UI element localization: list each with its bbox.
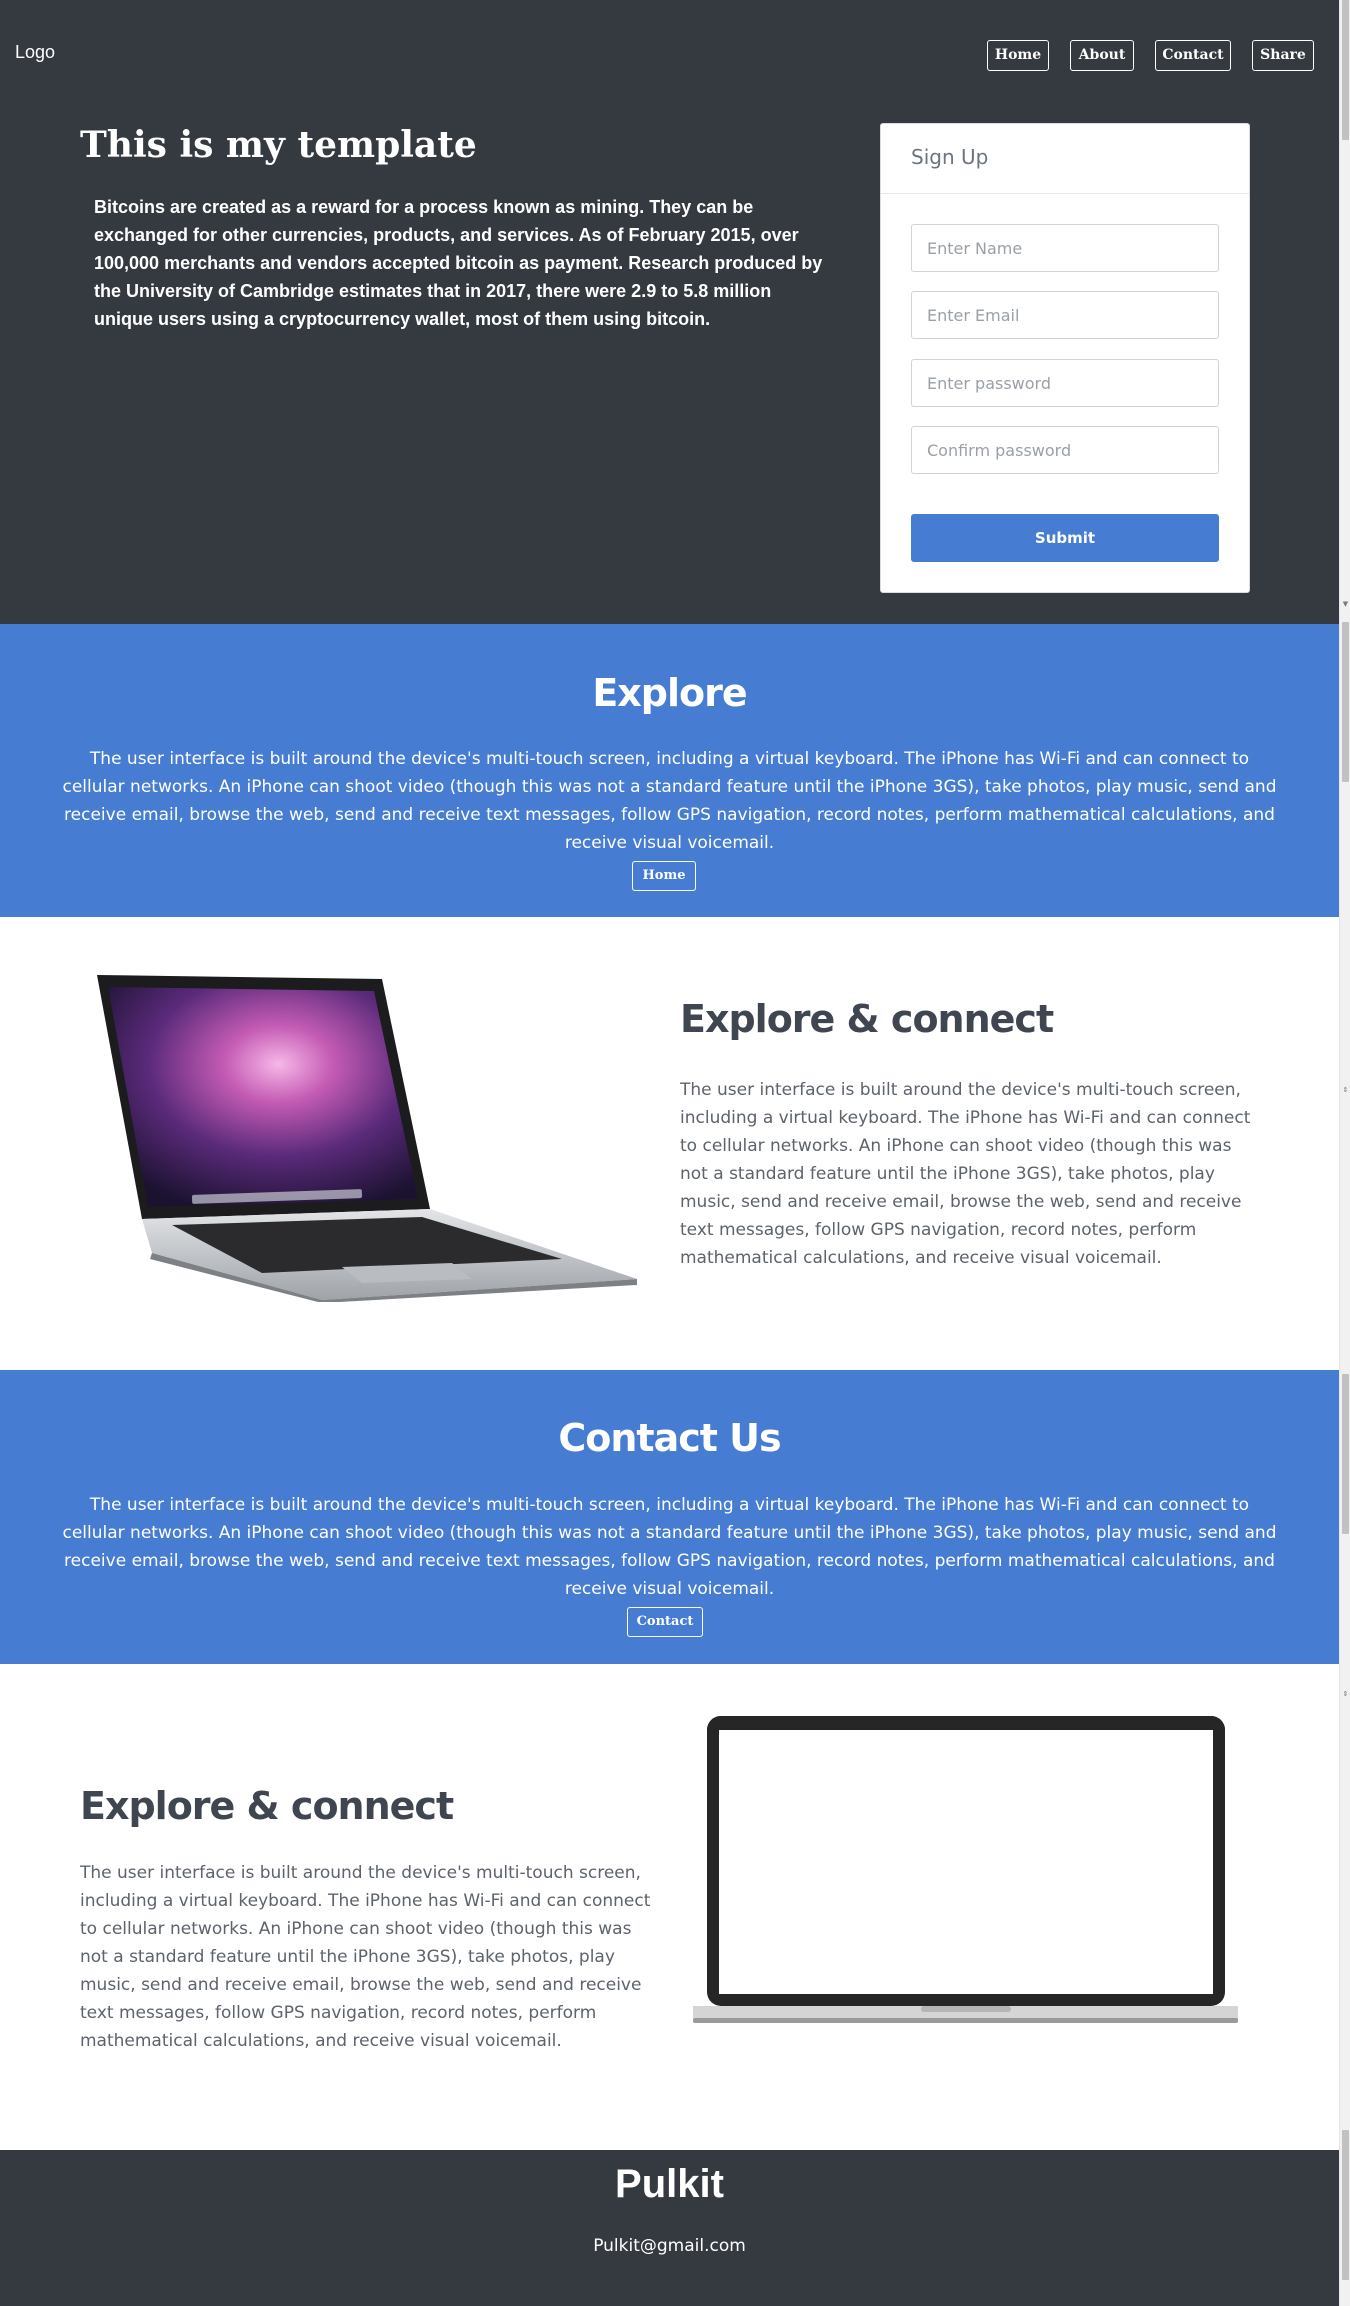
feature-1-title: Explore & connect [680,997,1054,1041]
contact-button[interactable]: Contact [627,1607,703,1637]
hero-section: Logo Home About Contact Share This is my… [0,0,1339,624]
contact-section: Contact Us The user interface is built a… [0,1370,1339,1664]
submit-button[interactable]: Submit [911,514,1219,562]
signup-card: Sign Up Submit [880,123,1250,593]
name-field[interactable] [911,224,1219,272]
feature-2-paragraph: The user interface is built around the d… [80,1863,651,2051]
nav-about-button[interactable]: About [1070,40,1134,71]
laptop-frame-icon [693,1716,1238,2023]
feature-section-1: Explore & connect The user interface is … [0,917,1339,1370]
logo[interactable]: Logo [15,42,55,63]
password-field[interactable] [911,359,1219,407]
scroll-thumb-3[interactable] [1342,1374,1349,1534]
explore-home-button[interactable]: Home [632,861,696,891]
macbook-pro-image [92,967,640,1303]
footer: Pulkit Pulkit@gmail.com [0,2150,1339,2306]
scroll-thumb[interactable] [1342,0,1349,140]
scroll-updown-arrow-icon-2[interactable]: ⇕ [1341,1690,1350,1699]
scroll-thumb-4[interactable] [1342,2130,1349,2280]
confirm-password-field[interactable] [911,426,1219,474]
page-scrollbar[interactable]: ▼ ⇕ ⇕ [1339,0,1350,2306]
page-title: This is my template [80,124,477,166]
contact-paragraph: The user interface is built around the d… [62,1495,1277,1599]
scroll-thumb-2[interactable] [1342,622,1349,782]
nav-contact-button[interactable]: Contact [1155,40,1231,71]
nav-share-button[interactable]: Share [1252,40,1314,71]
nav-home-button[interactable]: Home [987,40,1049,71]
scroll-updown-arrow-icon[interactable]: ⇕ [1341,1086,1350,1095]
hero-paragraph: Bitcoins are created as a reward for a p… [94,197,823,329]
contact-title: Contact Us [558,1416,781,1460]
explore-paragraph: The user interface is built around the d… [62,749,1277,853]
explore-title: Explore [592,671,747,715]
laptop-photo-icon [97,975,637,1303]
signup-title: Sign Up [881,124,1249,194]
feature-section-2: Explore & connect The user interface is … [0,1664,1339,2150]
top-nav: Home About Contact Share [966,40,1314,71]
explore-section: Explore The user interface is built arou… [0,624,1339,917]
feature-2-title: Explore & connect [80,1784,454,1828]
scroll-down-arrow-icon[interactable]: ▼ [1341,600,1350,609]
footer-name: Pulkit [615,2162,724,2206]
page: Logo Home About Contact Share This is my… [0,0,1339,2306]
feature-1-paragraph: The user interface is built around the d… [680,1080,1251,1268]
footer-email[interactable]: Pulkit@gmail.com [0,2236,1339,2256]
email-field[interactable] [911,291,1219,339]
